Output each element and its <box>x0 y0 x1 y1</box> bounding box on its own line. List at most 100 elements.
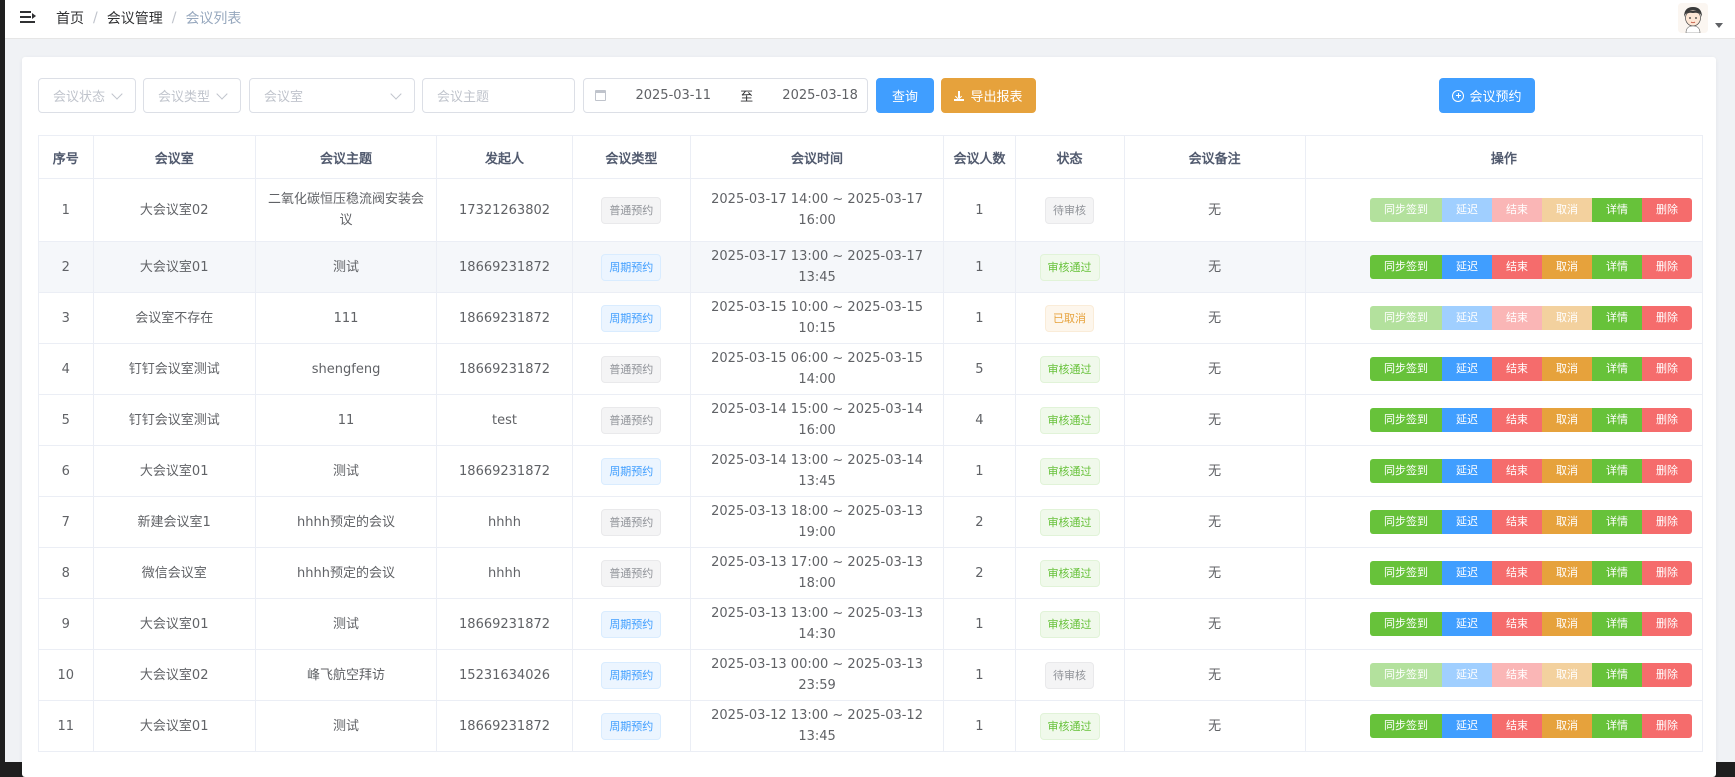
status-select[interactable]: 会议状态 <box>38 78 136 113</box>
meeting-type-tag: 周期预约 <box>601 712 662 740</box>
end-button[interactable]: 结束 <box>1492 714 1542 738</box>
detail-button[interactable]: 详情 <box>1592 408 1642 432</box>
delete-button[interactable]: 删除 <box>1642 561 1692 585</box>
cancel-button[interactable]: 取消 <box>1542 408 1592 432</box>
status-badge: 审核通过 <box>1039 610 1100 638</box>
action-button-group: 同步签到 延迟 结束 取消 详情 删除 <box>1316 612 1692 636</box>
end-button[interactable]: 结束 <box>1492 612 1542 636</box>
cancel-button[interactable]: 取消 <box>1542 612 1592 636</box>
end-button[interactable]: 结束 <box>1492 255 1542 279</box>
date-range-picker[interactable]: 2025-03-11 至 2025-03-18 <box>583 78 868 113</box>
cell-actions: 同步签到 延迟 结束 取消 详情 删除 <box>1304 241 1704 293</box>
delay-button[interactable]: 延迟 <box>1442 357 1492 381</box>
cell-actions: 同步签到 延迟 结束 取消 详情 删除 <box>1304 649 1704 701</box>
cancel-button[interactable]: 取消 <box>1542 459 1592 483</box>
cancel-button[interactable]: 取消 <box>1542 714 1592 738</box>
sync-checkin-button: 同步签到 <box>1370 306 1442 330</box>
export-report-button[interactable]: 导出报表 <box>941 78 1036 113</box>
column-header: 会议备注 <box>1123 135 1306 179</box>
breadcrumb-home[interactable]: 首页 <box>56 8 84 28</box>
sync-checkin-button[interactable]: 同步签到 <box>1370 510 1442 534</box>
column-header: 会议类型 <box>571 135 691 179</box>
detail-button[interactable]: 详情 <box>1592 198 1642 222</box>
cell-initiator: 15231634026 <box>436 649 573 701</box>
detail-button[interactable]: 详情 <box>1592 255 1642 279</box>
delay-button[interactable]: 延迟 <box>1442 714 1492 738</box>
hamburger-menu-icon[interactable] <box>20 10 36 24</box>
sync-checkin-button[interactable]: 同步签到 <box>1370 408 1442 432</box>
cancel-button[interactable]: 取消 <box>1542 255 1592 279</box>
detail-button[interactable]: 详情 <box>1592 459 1642 483</box>
cell-room: 新建会议室1 <box>92 496 256 548</box>
delete-button[interactable]: 删除 <box>1642 714 1692 738</box>
end-button[interactable]: 结束 <box>1492 357 1542 381</box>
date-end[interactable]: 2025-03-18 <box>773 88 867 103</box>
detail-button[interactable]: 详情 <box>1592 663 1642 687</box>
sync-checkin-button[interactable]: 同步签到 <box>1370 714 1442 738</box>
delete-button[interactable]: 删除 <box>1642 198 1692 222</box>
cell-topic: 测试 <box>254 445 438 497</box>
query-button[interactable]: 查询 <box>876 78 934 113</box>
delay-button[interactable]: 延迟 <box>1442 459 1492 483</box>
cell-status: 审核通过 <box>1014 394 1125 446</box>
detail-button[interactable]: 详情 <box>1592 612 1642 636</box>
cancel-button[interactable]: 取消 <box>1542 357 1592 381</box>
end-button[interactable]: 结束 <box>1492 459 1542 483</box>
cell-note: 无 <box>1123 649 1306 701</box>
detail-button[interactable]: 详情 <box>1592 714 1642 738</box>
delete-button[interactable]: 删除 <box>1642 510 1692 534</box>
delay-button[interactable]: 延迟 <box>1442 510 1492 534</box>
cancel-button[interactable]: 取消 <box>1542 561 1592 585</box>
cell-room: 钉钉会议室测试 <box>92 394 256 446</box>
delay-button[interactable]: 延迟 <box>1442 612 1492 636</box>
status-badge: 已取消 <box>1045 304 1095 332</box>
delete-button[interactable]: 删除 <box>1642 306 1692 330</box>
room-select[interactable]: 会议室 <box>249 78 415 113</box>
sync-checkin-button[interactable]: 同步签到 <box>1370 561 1442 585</box>
end-button[interactable]: 结束 <box>1492 510 1542 534</box>
delete-button[interactable]: 删除 <box>1642 459 1692 483</box>
detail-button[interactable]: 详情 <box>1592 357 1642 381</box>
detail-button[interactable]: 详情 <box>1592 561 1642 585</box>
delay-button[interactable]: 延迟 <box>1442 255 1492 279</box>
cell-note: 无 <box>1123 496 1306 548</box>
date-start[interactable]: 2025-03-11 <box>626 88 720 103</box>
breadcrumb-meeting-management[interactable]: 会议管理 <box>107 8 163 28</box>
sync-checkin-button[interactable]: 同步签到 <box>1370 255 1442 279</box>
caret-down-icon[interactable] <box>1715 23 1723 28</box>
end-button[interactable]: 结束 <box>1492 408 1542 432</box>
delete-button[interactable]: 删除 <box>1642 357 1692 381</box>
top-navbar: 首页 / 会议管理 / 会议列表 <box>5 0 1735 39</box>
delay-button[interactable]: 延迟 <box>1442 408 1492 432</box>
action-button-group: 同步签到 延迟 结束 取消 详情 删除 <box>1316 255 1692 279</box>
user-avatar[interactable] <box>1678 3 1708 33</box>
cell-topic: hhhh预定的会议 <box>254 547 438 599</box>
book-meeting-button[interactable]: 会议预约 <box>1439 78 1535 113</box>
cancel-button[interactable]: 取消 <box>1542 510 1592 534</box>
delete-button[interactable]: 删除 <box>1642 255 1692 279</box>
delete-button[interactable]: 删除 <box>1642 408 1692 432</box>
sync-checkin-button[interactable]: 同步签到 <box>1370 459 1442 483</box>
topic-input[interactable]: 会议主题 <box>422 78 575 113</box>
action-button-group: 同步签到 延迟 结束 取消 详情 删除 <box>1316 561 1692 585</box>
end-button[interactable]: 结束 <box>1492 561 1542 585</box>
cell-count: 1 <box>943 598 1016 650</box>
status-badge: 审核通过 <box>1039 508 1100 536</box>
delete-button[interactable]: 删除 <box>1642 612 1692 636</box>
delete-button[interactable]: 删除 <box>1642 663 1692 687</box>
sync-checkin-button: 同步签到 <box>1370 198 1442 222</box>
cell-no: 1 <box>38 178 94 242</box>
detail-button[interactable]: 详情 <box>1592 510 1642 534</box>
detail-button[interactable]: 详情 <box>1592 306 1642 330</box>
delay-button[interactable]: 延迟 <box>1442 561 1492 585</box>
cell-note: 无 <box>1123 241 1306 293</box>
sync-checkin-button[interactable]: 同步签到 <box>1370 357 1442 381</box>
sync-checkin-button[interactable]: 同步签到 <box>1370 612 1442 636</box>
cell-status: 审核通过 <box>1014 445 1125 497</box>
meeting-type-tag: 周期预约 <box>601 661 662 689</box>
column-header: 会议时间 <box>689 135 945 179</box>
cell-count: 1 <box>943 445 1016 497</box>
type-select[interactable]: 会议类型 <box>143 78 241 113</box>
cell-actions: 同步签到 延迟 结束 取消 详情 删除 <box>1304 343 1704 395</box>
cell-no: 4 <box>38 343 94 395</box>
